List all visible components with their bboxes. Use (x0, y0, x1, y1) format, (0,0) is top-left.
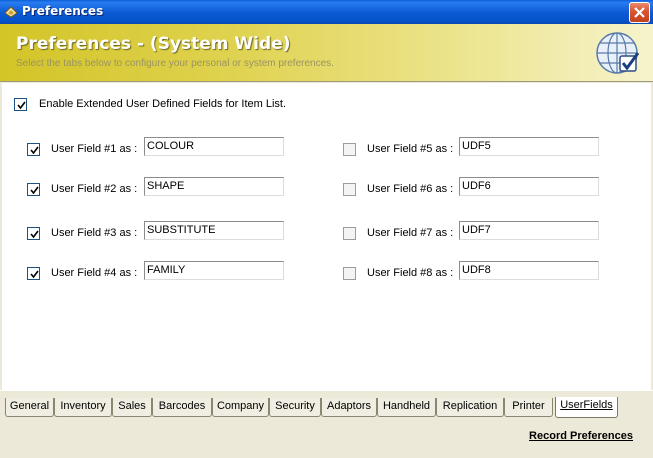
user-field-5-input[interactable]: UDF5 (459, 137, 599, 156)
tab-adaptors[interactable]: Adaptors (321, 398, 377, 417)
enable-extended-label: Enable Extended User Defined Fields for … (39, 98, 287, 110)
user-field-8-checkbox[interactable] (343, 267, 356, 280)
tab-sales[interactable]: Sales (112, 398, 152, 417)
globe-check-icon (596, 32, 640, 74)
check-icon (30, 270, 39, 279)
check-icon (30, 186, 39, 195)
user-field-5-label: User Field #5 as : (367, 143, 454, 155)
check-icon (17, 101, 26, 110)
user-field-7-label: User Field #7 as : (367, 227, 454, 239)
title-bar[interactable]: Preferences (0, 0, 653, 24)
user-field-1-input[interactable]: COLOUR (144, 137, 284, 156)
user-field-3-checkbox[interactable] (27, 227, 40, 240)
preferences-tab-strip: General Inventory Sales Barcodes Company… (0, 390, 653, 420)
tab-replication[interactable]: Replication (436, 398, 504, 417)
user-field-2-checkbox[interactable] (27, 183, 40, 196)
user-field-6-checkbox[interactable] (343, 183, 356, 196)
tab-company[interactable]: Company (212, 398, 269, 417)
tab-security[interactable]: Security (269, 398, 321, 417)
user-field-1-label: User Field #1 as : (51, 143, 138, 155)
user-field-5-checkbox[interactable] (343, 143, 356, 156)
user-field-4-checkbox[interactable] (27, 267, 40, 280)
record-preferences-link[interactable]: Record Preferences (529, 430, 633, 442)
user-field-8-label: User Field #8 as : (367, 267, 454, 279)
userfields-panel: Enable Extended User Defined Fields for … (2, 83, 651, 390)
tab-userfields[interactable]: UserFields (555, 397, 618, 418)
user-field-6-label: User Field #6 as : (367, 183, 454, 195)
header-banner: Preferences - (System Wide) Select the t… (0, 24, 653, 82)
user-field-3-label: User Field #3 as : (51, 227, 138, 239)
user-field-2-input[interactable]: SHAPE (144, 177, 284, 196)
close-button[interactable] (629, 2, 650, 23)
user-field-3-input[interactable]: SUBSTITUTE (144, 221, 284, 240)
check-icon (30, 146, 39, 155)
user-field-7-input[interactable]: UDF7 (459, 221, 599, 240)
preferences-window: Preferences Preferences - (System Wide) … (0, 0, 653, 458)
user-field-1-checkbox[interactable] (27, 143, 40, 156)
tab-printer[interactable]: Printer (504, 398, 553, 417)
preferences-icon (4, 6, 18, 18)
user-field-7-checkbox[interactable] (343, 227, 356, 240)
user-field-8-input[interactable]: UDF8 (459, 261, 599, 280)
page-title: Preferences - (System Wide) (16, 34, 291, 54)
tab-general[interactable]: General (5, 398, 54, 417)
user-field-4-label: User Field #4 as : (51, 267, 138, 279)
window-title: Preferences (22, 4, 104, 18)
page-subtitle: Select the tabs below to configure your … (16, 58, 334, 69)
check-icon (30, 230, 39, 239)
close-icon (634, 7, 645, 18)
user-field-4-input[interactable]: FAMILY (144, 261, 284, 280)
user-field-2-label: User Field #2 as : (51, 183, 138, 195)
enable-extended-checkbox[interactable] (14, 98, 27, 111)
tab-handheld[interactable]: Handheld (377, 398, 436, 417)
tab-barcodes[interactable]: Barcodes (152, 398, 212, 417)
tab-inventory[interactable]: Inventory (54, 398, 112, 417)
user-field-6-input[interactable]: UDF6 (459, 177, 599, 196)
